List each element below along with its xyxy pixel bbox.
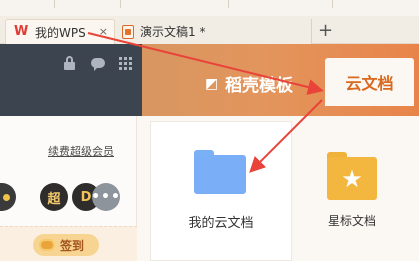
- apps-grid-icon[interactable]: [119, 57, 132, 70]
- wps-logo-icon: W: [14, 24, 29, 39]
- divider: [54, 0, 55, 8]
- starred-docs-label: 星标文档: [327, 214, 376, 228]
- starred-folder-icon[interactable]: ★: [327, 152, 377, 200]
- chat-icon[interactable]: [91, 58, 105, 71]
- tab-label: 我的WPS: [35, 25, 86, 40]
- lock-icon[interactable]: [64, 62, 75, 70]
- cloud-folder-icon[interactable]: [194, 150, 246, 194]
- tab-presentation[interactable]: 演示文稿1 *: [116, 19, 312, 44]
- coin-icon: [39, 239, 55, 251]
- cloud-tab-label: 云文档: [345, 74, 394, 93]
- badge-label: 超: [47, 191, 61, 207]
- star-icon: ★: [327, 157, 377, 200]
- account-header: [0, 44, 142, 116]
- presentation-file-icon: [122, 24, 134, 39]
- signin-button[interactable]: 签到: [33, 234, 99, 256]
- docer-logo-icon: ◩: [205, 75, 219, 92]
- divider: [228, 0, 229, 8]
- tab-my-wps[interactable]: W 我的WPS ×: [5, 19, 115, 44]
- badge-label: D: [80, 189, 92, 205]
- renew-super-member-link[interactable]: 续费超级会员: [48, 143, 114, 159]
- my-cloud-docs-label: 我的云文档: [188, 216, 254, 231]
- tab-cloud-docs[interactable]: 云文档: [325, 58, 414, 106]
- tab-bar: W 我的WPS × 演示文稿1 * +: [0, 16, 419, 44]
- close-icon[interactable]: ×: [99, 25, 108, 38]
- more-icon: •••: [91, 189, 121, 205]
- docer-templates-label: 稻壳模板: [225, 76, 293, 96]
- tab-label: 演示文稿1 *: [140, 25, 206, 39]
- super-member-badge[interactable]: 超: [40, 183, 68, 211]
- divider: [120, 0, 121, 8]
- new-tab-button[interactable]: +: [318, 20, 333, 41]
- top-toolbar-strip: [0, 0, 419, 16]
- docer-templates-link[interactable]: ◩ 稻壳模板: [205, 71, 293, 97]
- more-button[interactable]: •••: [91, 183, 121, 211]
- signin-label: 签到: [60, 238, 85, 253]
- divider: [332, 0, 333, 8]
